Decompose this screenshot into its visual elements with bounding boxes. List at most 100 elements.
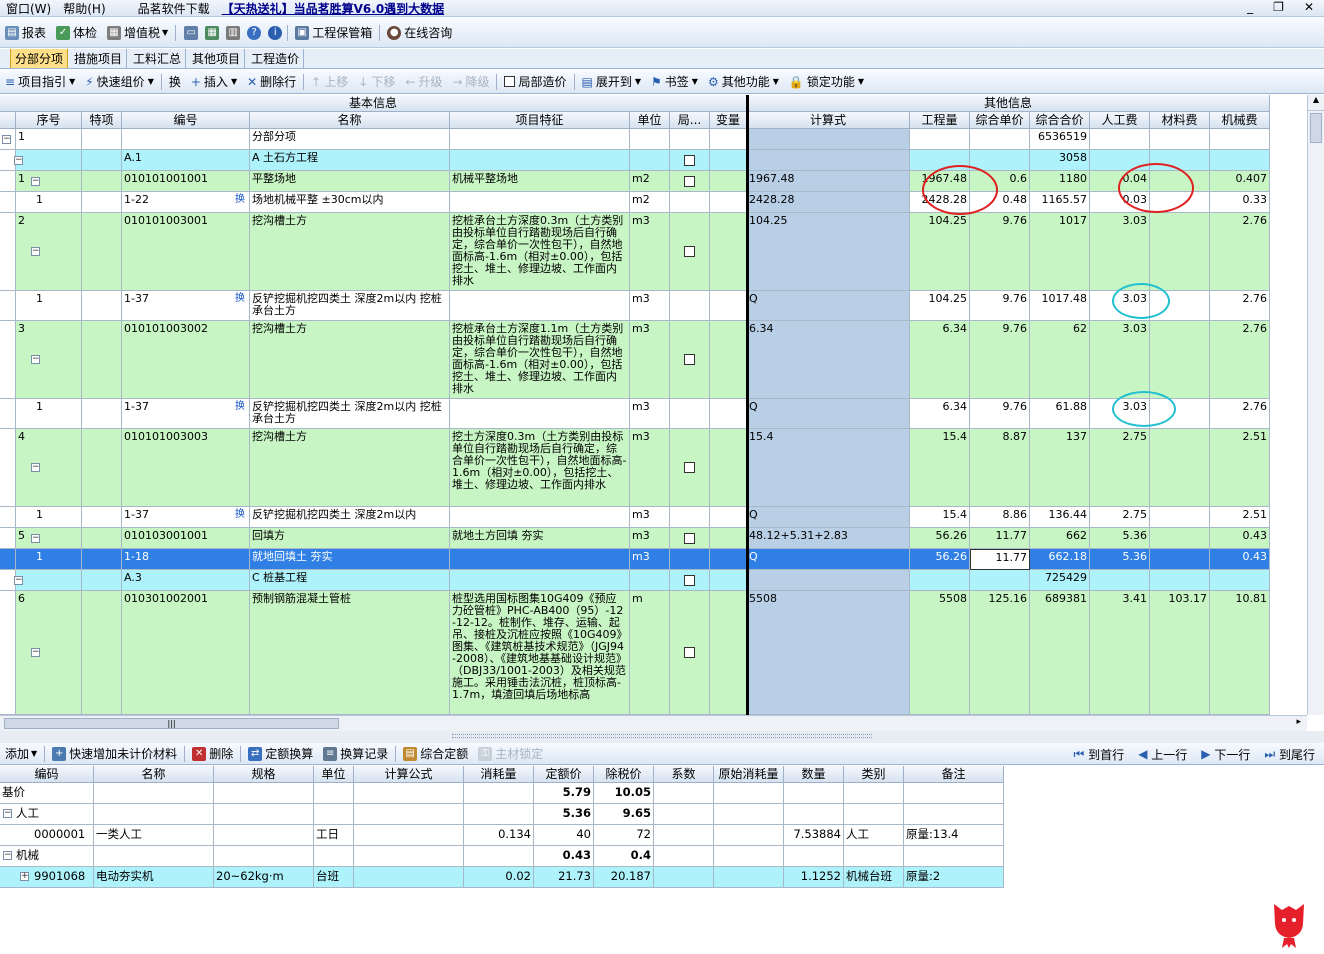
local-cost-checkbox[interactable] [684, 154, 695, 166]
vat-button[interactable]: ▦ 增值税 ▼ [102, 24, 173, 41]
table-row[interactable]: A.1 A 土石方工程 3058 − [0, 150, 1270, 171]
column-header[interactable]: 除税价 [594, 766, 654, 783]
column-header[interactable]: 工程量 [910, 112, 970, 129]
toolbar-button-9[interactable]: 局部造价 [499, 73, 571, 90]
panel-splitter[interactable] [0, 731, 1324, 743]
table-row[interactable]: 1 1-37 换反铲挖掘机挖四类土 深度2m以内 挖桩承台土方 m3 Q 6.34 9.76… [0, 399, 1270, 429]
tab-materials[interactable]: 工料汇总 [129, 49, 187, 68]
column-header[interactable]: 人工费 [1090, 112, 1150, 129]
promo-link[interactable]: 【天热送礼】当品茗胜算V6.0遇到大数据 [216, 0, 451, 16]
toolbar-button-4[interactable]: ✕ 删除行 [242, 73, 301, 90]
table-row[interactable]: 人工 5.36 9.65 − [0, 804, 1004, 825]
tree-toggle[interactable]: − [14, 575, 23, 585]
column-header[interactable]: 名称 [94, 766, 214, 783]
toolbar-button-3[interactable]: + 插入 ▼ [186, 73, 242, 90]
resource-grid[interactable]: 编码 名称 规格 单位 计算公式 消耗量 定额价 除税价 系数 原始消耗量 数量 类别 备注 基价 5.79… [0, 766, 1004, 890]
table-row[interactable]: 1 1-37 换反铲挖掘机挖四类土 深度2m以内 挖桩承台土方 m3 Q 104.25 9.… [0, 291, 1270, 321]
prev-row-button[interactable]: ◀ 上一行 [1133, 746, 1192, 763]
vertical-scrollbar[interactable]: ▲ [1307, 95, 1324, 715]
table-row[interactable]: 9901068 电动夯实机 20~62kg·m 台班 0.02 21.73 20.187 1.… [0, 867, 1004, 888]
column-header[interactable]: 特项 [82, 112, 122, 129]
local-cost-checkbox[interactable] [684, 175, 695, 187]
toolbar-button-11[interactable]: ⚑ 书签 ▼ [646, 73, 703, 90]
local-cost-checkbox[interactable] [684, 246, 695, 257]
local-cost-checkbox[interactable] [684, 574, 695, 586]
column-header[interactable]: 消耗量 [464, 766, 534, 783]
column-header[interactable]: 项目特征 [450, 112, 630, 129]
menu-window[interactable]: 窗口(W) [0, 0, 57, 16]
convert-log-button[interactable]: ≡ 换算记录 [318, 745, 393, 762]
toolbar-button-10[interactable]: ▤ 展开到 ▼ [577, 73, 647, 90]
calculator-icon[interactable]: ▥ [226, 25, 241, 40]
info-icon[interactable]: i [268, 25, 283, 40]
excel-icon[interactable]: ▦ [205, 25, 220, 40]
tab-other[interactable]: 其他项目 [188, 49, 246, 68]
tree-toggle[interactable]: − [31, 533, 40, 543]
convert-icon[interactable]: 换 [235, 509, 245, 521]
add-button[interactable]: 添加 ▼ [0, 745, 42, 762]
column-header[interactable]: 规格 [214, 766, 314, 783]
tab-items[interactable]: 分部分项 [10, 49, 69, 68]
last-row-button[interactable]: ⏭ 到尾行 [1259, 746, 1320, 763]
project-box-button[interactable]: ▣ 工程保管箱 [290, 24, 377, 41]
report-button[interactable]: ▤ 报表 [0, 24, 51, 41]
next-row-button[interactable]: ▶ 下一行 [1196, 746, 1255, 763]
online-consult-button[interactable]: ● 在线咨询 [382, 24, 457, 41]
close-icon[interactable]: ✕ [1298, 0, 1320, 14]
table-row[interactable]: 1 1-37 换反铲挖掘机挖四类土 深度2m以内 m3 Q 15.4 8.86 136.44 2… [0, 507, 1270, 528]
column-header[interactable]: 综合单价 [970, 112, 1030, 129]
toolbar-button-13[interactable]: 🔒 锁定功能 ▼ [784, 73, 869, 90]
items-grid[interactable]: 基本信息 其他信息 序号 特项 编号 名称 项目特征 单位 局... 变量 计算式 工程量 综合单价 综合… [0, 95, 1307, 715]
composite-quota-button[interactable]: ▤ 综合定额 [398, 745, 473, 762]
local-cost-checkbox[interactable] [684, 354, 695, 365]
tab-measures[interactable]: 措施项目 [70, 49, 128, 68]
toolbar-button-1[interactable]: ⚡ 快速组价 ▼ [80, 73, 159, 90]
column-header[interactable]: 编码 [0, 766, 94, 783]
column-header[interactable]: 材料费 [1150, 112, 1210, 129]
local-cost-checkbox[interactable] [684, 647, 695, 658]
tree-toggle[interactable]: + [20, 872, 29, 881]
menu-help[interactable]: 帮助(H) [57, 0, 111, 16]
table-row[interactable]: 4 010101003003 挖沟槽土方 挖土方深度0.3m（土方类别由投标单位自行踏… [0, 429, 1270, 507]
tree-toggle[interactable]: − [3, 809, 12, 818]
table-row[interactable]: 1 010101001001 平整场地 机械平整场地 m2 1967.48 1967.48 0… [0, 171, 1270, 192]
column-header[interactable]: 机械费 [1210, 112, 1270, 129]
convert-icon[interactable]: 换 [235, 293, 245, 305]
column-header[interactable]: 编号 [122, 112, 250, 129]
table-row[interactable]: 1 1-18 就地回填土 夯实 m3 Q 56.26 11.77 662.18 5.36 0.43 [0, 549, 1270, 570]
column-header[interactable]: 单位 [314, 766, 354, 783]
table-row[interactable]: 1 分部分项 6536519 − [0, 129, 1270, 150]
toolbar-button-0[interactable]: ≡ 项目指引 ▼ [0, 73, 80, 90]
menu-download[interactable]: 品茗软件下载 [132, 0, 216, 16]
table-row[interactable]: 机械 0.43 0.4 − [0, 846, 1004, 867]
checkbox[interactable] [504, 76, 516, 87]
column-header[interactable]: 定额价 [534, 766, 594, 783]
column-header[interactable]: 序号 [16, 112, 82, 129]
column-header[interactable]: 类别 [844, 766, 904, 783]
help-icon[interactable]: ? [247, 25, 262, 40]
check-button[interactable]: ✓ 体检 [51, 24, 102, 41]
quota-convert-button[interactable]: ⇄ 定额换算 [243, 745, 318, 762]
tree-toggle[interactable]: − [3, 851, 12, 860]
tree-toggle[interactable]: − [31, 355, 40, 364]
toolbar-button-12[interactable]: ⚙ 其他功能 ▼ [703, 73, 784, 90]
column-header[interactable]: 综合合价 [1030, 112, 1090, 129]
restore-icon[interactable]: ❐ [1267, 0, 1290, 14]
horizontal-scrollbar[interactable]: ||| ▸ [0, 715, 1307, 731]
table-row[interactable]: 1 1-22 换场地机械平整 ±30cm以内 m2 2428.28 2428.28 0.48… [0, 192, 1270, 213]
column-header[interactable]: 名称 [250, 112, 450, 129]
tree-toggle[interactable]: − [31, 176, 40, 186]
tree-toggle[interactable]: − [31, 648, 40, 657]
table-row[interactable]: 0000001 一类人工 工日 0.134 40 72 7.53884 人工 原量:13.4 [0, 825, 1004, 846]
convert-icon[interactable]: 换 [235, 194, 245, 206]
quick-add-material-button[interactable]: + 快速增加未计价材料 [47, 745, 182, 762]
tree-toggle[interactable]: − [31, 463, 40, 472]
tab-cost[interactable]: 工程造价 [247, 49, 305, 68]
window-icon[interactable]: ▭ [184, 25, 199, 40]
first-row-button[interactable]: ⏮ 到首行 [1069, 746, 1130, 763]
column-header[interactable]: 变量 [710, 112, 747, 129]
table-row[interactable]: 2 010101003001 挖沟槽土方 挖桩承台土方深度0.3m（土方类别由投标单位… [0, 213, 1270, 291]
column-header[interactable]: 计算式 [747, 112, 910, 129]
column-header[interactable]: 系数 [654, 766, 714, 783]
column-header[interactable]: 局... [670, 112, 710, 129]
